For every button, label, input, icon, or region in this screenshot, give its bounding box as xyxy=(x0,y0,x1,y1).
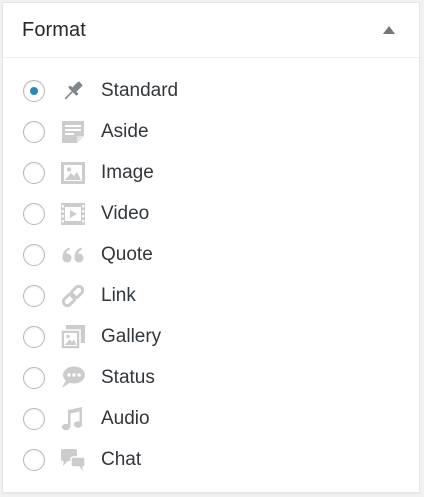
arrow-up-icon xyxy=(383,26,395,34)
format-option-gallery[interactable]: Gallery xyxy=(3,316,419,357)
link-icon xyxy=(59,282,87,310)
radio-standard[interactable] xyxy=(23,79,45,102)
format-list: Standard Aside Image Video Quote Link Ga… xyxy=(3,58,419,480)
format-label-video: Video xyxy=(101,202,150,224)
chat-icon xyxy=(59,446,87,474)
radio-link[interactable] xyxy=(23,284,45,307)
collapse-toggle-button[interactable] xyxy=(377,18,401,42)
radio-status[interactable] xyxy=(23,366,45,389)
format-option-status[interactable]: Status xyxy=(3,357,419,398)
format-label-image: Image xyxy=(101,161,154,183)
format-label-status: Status xyxy=(101,366,155,388)
radio-quote[interactable] xyxy=(23,243,45,266)
metabox-title: Format xyxy=(22,18,86,41)
radio-chat[interactable] xyxy=(23,448,45,471)
format-option-chat[interactable]: Chat xyxy=(3,439,419,480)
format-option-video[interactable]: Video xyxy=(3,193,419,234)
aside-icon xyxy=(59,118,87,146)
status-icon xyxy=(59,364,87,392)
format-option-quote[interactable]: Quote xyxy=(3,234,419,275)
video-icon xyxy=(59,200,87,228)
image-icon xyxy=(59,159,87,187)
metabox-header[interactable]: Format xyxy=(3,3,419,58)
pin-icon xyxy=(59,77,87,105)
radio-video[interactable] xyxy=(23,202,45,225)
format-option-standard[interactable]: Standard xyxy=(3,70,419,111)
format-option-audio[interactable]: Audio xyxy=(3,398,419,439)
radio-image[interactable] xyxy=(23,161,45,184)
format-option-aside[interactable]: Aside xyxy=(3,111,419,152)
format-label-quote: Quote xyxy=(101,243,153,265)
format-label-gallery: Gallery xyxy=(101,325,162,347)
format-label-standard: Standard xyxy=(101,79,179,101)
format-label-aside: Aside xyxy=(101,120,149,142)
format-metabox: Format Standard Aside Image Video Quote … xyxy=(2,2,420,493)
radio-gallery[interactable] xyxy=(23,325,45,348)
radio-audio[interactable] xyxy=(23,407,45,430)
format-label-link: Link xyxy=(101,284,136,306)
gallery-icon xyxy=(59,323,87,351)
format-label-chat: Chat xyxy=(101,448,142,470)
format-label-audio: Audio xyxy=(101,407,150,429)
audio-icon xyxy=(59,405,87,433)
format-option-image[interactable]: Image xyxy=(3,152,419,193)
format-option-link[interactable]: Link xyxy=(3,275,419,316)
radio-aside[interactable] xyxy=(23,120,45,143)
quote-icon xyxy=(59,241,87,269)
